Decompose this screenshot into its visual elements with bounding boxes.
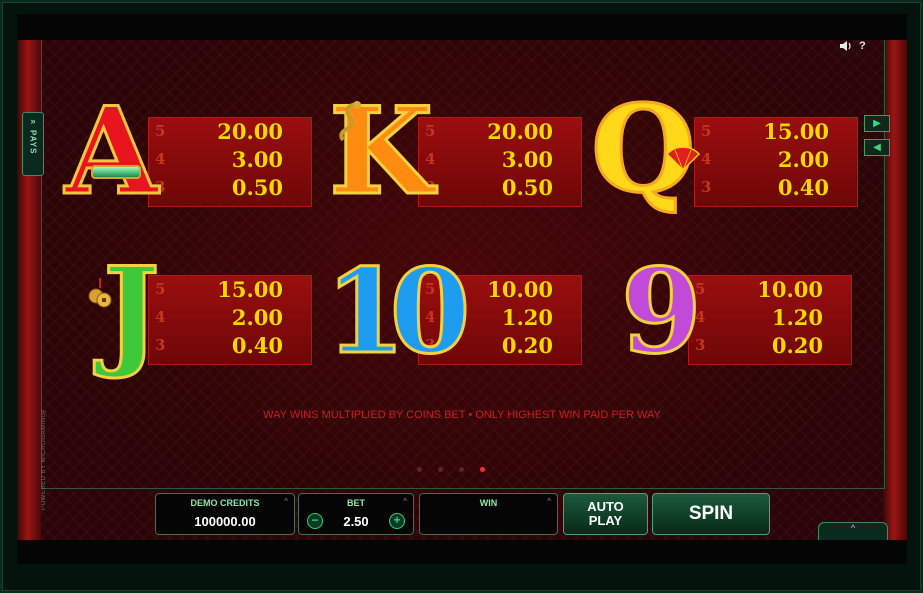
- pay-count: 4: [701, 150, 712, 168]
- pay-value: 15.00: [217, 277, 283, 302]
- caret-up-icon: ^: [284, 497, 288, 506]
- pays-tab[interactable]: » PAYS: [22, 112, 44, 176]
- win-display: WIN ^: [419, 493, 558, 535]
- paytable-screen: » PAYS POWERED BY MICROGAMING™ ? ▶ ◀ 5 20…: [17, 40, 907, 540]
- page-dot[interactable]: [438, 467, 443, 472]
- bottom-bar: [17, 540, 907, 564]
- pay-value: 0.40: [231, 333, 283, 358]
- paytable-panel: [41, 40, 885, 489]
- chevron-right-icon: »: [30, 116, 36, 126]
- page-dot[interactable]: [459, 467, 464, 472]
- pay-value: 10.00: [487, 277, 553, 302]
- pay-value: 3.00: [501, 147, 553, 172]
- jade-ornament: [91, 165, 141, 179]
- bet-increase-button[interactable]: +: [389, 513, 405, 529]
- dragon-icon: [335, 100, 365, 142]
- pay-count: 3: [701, 178, 712, 196]
- symbol-a: A: [63, 81, 159, 222]
- pay-value: 20.00: [487, 119, 553, 144]
- bet-label: BET: [347, 498, 365, 508]
- paytable-q: 5 15.00 4 2.00 3 0.40: [694, 117, 858, 207]
- help-button[interactable]: ?: [859, 40, 866, 52]
- pay-value: 15.00: [763, 119, 829, 144]
- auto-play-line2: PLAY: [588, 513, 623, 528]
- menu-expand-button[interactable]: ^: [818, 522, 888, 540]
- pay-value: 0.20: [501, 333, 553, 358]
- pay-value: 10.00: [757, 277, 823, 302]
- demo-credits-value: 100000.00: [194, 514, 256, 529]
- pays-tab-label: PAYS: [28, 130, 38, 155]
- pay-count: 5: [701, 122, 712, 140]
- paytable-k: 5 20.00 4 3.00 3 0.50: [418, 117, 582, 207]
- pay-value: 1.20: [501, 305, 553, 330]
- caret-up-icon[interactable]: ^: [403, 497, 407, 506]
- bet-control: BET ^ − 2.50 +: [298, 493, 414, 535]
- page-dot[interactable]: [417, 467, 422, 472]
- pay-value: 1.20: [771, 305, 823, 330]
- auto-play-button[interactable]: AUTO PLAY: [563, 493, 648, 535]
- auto-play-line1: AUTO: [587, 499, 624, 514]
- symbol-10: 10: [323, 244, 472, 380]
- prev-page-button[interactable]: ◀: [864, 139, 890, 156]
- pay-value: 20.00: [217, 119, 283, 144]
- top-bar: [17, 14, 907, 40]
- speaker-icon[interactable]: [840, 41, 852, 54]
- fan-icon: [665, 144, 701, 172]
- caret-up-icon[interactable]: ^: [547, 497, 551, 506]
- page-indicator: [417, 467, 497, 475]
- pay-value: 0.50: [231, 175, 283, 200]
- page-dot-active[interactable]: [480, 467, 485, 472]
- demo-credits-display[interactable]: DEMO CREDITS ^ 100000.00: [155, 493, 295, 535]
- paytable-9: 5 10.00 4 1.20 3 0.20: [688, 275, 852, 365]
- symbol-9: 9: [620, 244, 704, 380]
- next-page-button[interactable]: ▶: [864, 115, 890, 132]
- pay-value: 2.00: [231, 305, 283, 330]
- paytable-j: 5 15.00 4 2.00 3 0.40: [148, 275, 312, 365]
- pay-value: 0.20: [771, 333, 823, 358]
- symbol-j: J: [102, 241, 162, 382]
- paytable-a: 5 20.00 4 3.00 3 0.50: [148, 117, 312, 207]
- pay-value: 0.50: [501, 175, 553, 200]
- pay-value: 3.00: [231, 147, 283, 172]
- spin-button[interactable]: SPIN: [652, 493, 770, 535]
- coins-icon: [87, 278, 113, 310]
- way-wins-note: WAY WINS MULTIPLIED BY COINS BET • ONLY …: [263, 409, 661, 421]
- win-label: WIN: [479, 498, 498, 508]
- powered-by-text: POWERED BY MICROGAMING™: [41, 405, 47, 510]
- demo-credits-label: DEMO CREDITS: [190, 498, 260, 508]
- pay-value: 2.00: [777, 147, 829, 172]
- pay-value: 0.40: [777, 175, 829, 200]
